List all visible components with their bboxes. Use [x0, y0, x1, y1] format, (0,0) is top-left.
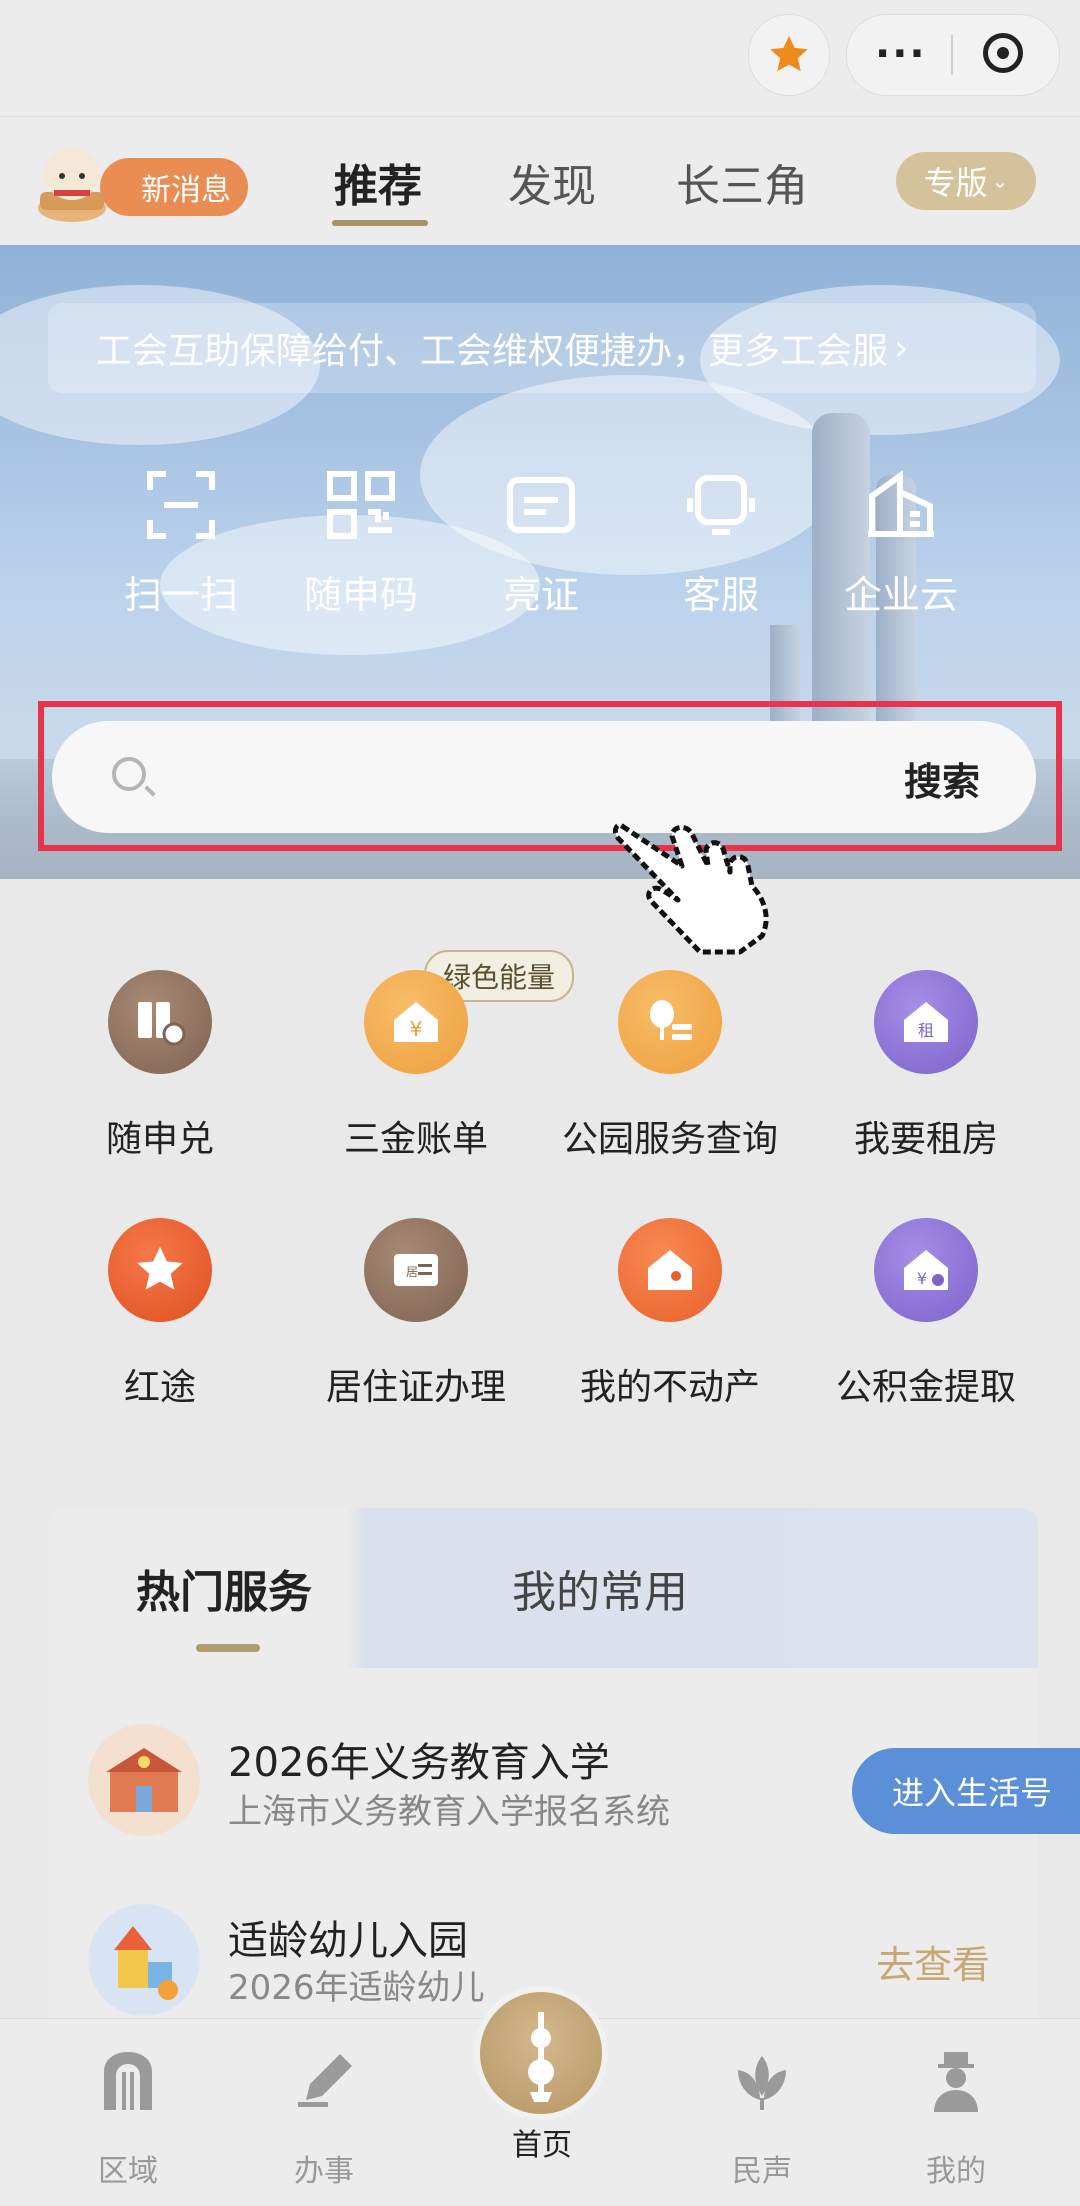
- edition-label: 专版: [923, 164, 988, 202]
- quick-enterprise-cloud[interactable]: 企业云: [836, 470, 966, 619]
- house-person-icon: [618, 1218, 722, 1322]
- chevron-down-icon: ⌄: [991, 169, 1009, 193]
- new-message-label: 新消息: [141, 173, 231, 208]
- nav-label: 区域: [98, 2154, 158, 2189]
- nav-affairs[interactable]: 办事: [254, 2050, 394, 2190]
- service-rent-house[interactable]: 租 我要租房: [816, 970, 1036, 1162]
- nav-region[interactable]: 区域: [58, 2050, 198, 2190]
- house-yen-icon: ¥: [364, 970, 468, 1074]
- row-subtitle: 上海市义务教育入学报名系统: [228, 1792, 670, 1832]
- favorite-button[interactable]: [748, 14, 830, 96]
- tab-discover[interactable]: 发现: [508, 150, 596, 214]
- edition-dropdown[interactable]: 专版 ⌄: [896, 152, 1036, 210]
- hand-pointer-icon: [613, 822, 769, 955]
- notice-bar[interactable]: 工会互助保障给付、工会维权便捷办，更多工会服 ›: [48, 303, 1036, 393]
- service-sanjin-bill[interactable]: ¥ 三金账单: [306, 970, 526, 1162]
- service-label: 随申兑: [105, 1119, 214, 1160]
- close-target-icon[interactable]: [983, 33, 1023, 73]
- nav-mine[interactable]: 我的: [886, 2050, 1026, 2190]
- mascot-icon: [38, 147, 106, 222]
- tab-active-underline: [332, 220, 428, 226]
- svg-text:租: 租: [918, 1021, 934, 1040]
- tab-my-frequent[interactable]: 我的常用: [512, 1556, 688, 1620]
- row-subtitle: 2026年适龄幼儿: [228, 1968, 485, 2008]
- service-real-estate[interactable]: 我的不动产: [560, 1218, 780, 1410]
- quick-qrcode-label: 随申码: [303, 573, 418, 617]
- quick-customer-service[interactable]: 客服: [656, 470, 786, 619]
- service-label: 三金账单: [343, 1119, 488, 1160]
- svg-text:¥: ¥: [917, 1269, 927, 1288]
- quick-license[interactable]: 亮证: [476, 470, 606, 619]
- service-label: 居住证办理: [325, 1367, 506, 1408]
- capsule-divider: [951, 35, 953, 75]
- quick-customer-service-label: 客服: [682, 573, 759, 617]
- service-label: 公积金提取: [835, 1367, 1016, 1408]
- magnolia-icon: [738, 2056, 786, 2110]
- service-label: 我要租房: [853, 1119, 998, 1160]
- card-tab-underline: [196, 1644, 260, 1652]
- more-icon[interactable]: ···: [875, 34, 927, 74]
- quick-scan-label: 扫一扫: [123, 573, 238, 617]
- red-star-icon: [108, 1218, 212, 1322]
- nav-label: 办事: [294, 2154, 354, 2189]
- star-icon: [770, 35, 808, 72]
- svg-text:¥: ¥: [410, 1017, 423, 1041]
- service-suishendui[interactable]: 随申兑: [50, 970, 270, 1162]
- service-hongtu[interactable]: 红途: [50, 1218, 270, 1410]
- kindergarten-icon: [88, 1904, 200, 2016]
- qrcode-icon: [327, 471, 395, 539]
- service-provident-fund[interactable]: ¥ 公积金提取: [816, 1218, 1036, 1410]
- enter-lifestyle-account-button[interactable]: 进入生活号: [852, 1748, 1080, 1834]
- quick-license-label: 亮证: [502, 573, 579, 617]
- new-message-badge[interactable]: 新消息: [100, 158, 248, 216]
- go-view-link[interactable]: 去查看: [876, 1934, 990, 1989]
- region-arch-icon: [104, 2052, 152, 2110]
- scan-icon: [147, 471, 215, 539]
- highlight-frame: [38, 701, 1062, 851]
- house-fund-icon: ¥: [874, 1218, 978, 1322]
- svg-text:居: 居: [406, 1265, 418, 1279]
- tab-hot-services[interactable]: 热门服务: [136, 1556, 312, 1620]
- quick-qrcode[interactable]: 随申码: [296, 470, 426, 619]
- rent-house-icon: 租: [874, 970, 978, 1074]
- customer-service-icon: [687, 475, 755, 535]
- pen-icon: [298, 2054, 352, 2107]
- row-title[interactable]: 2026年义务教育入学: [228, 1730, 610, 1788]
- mini-program-capsule: ···: [846, 14, 1060, 96]
- school-icon: [88, 1724, 200, 1836]
- residence-card-icon: 居: [364, 1218, 468, 1322]
- nav-label: 首页: [512, 2128, 572, 2163]
- tab-recommend[interactable]: 推荐: [334, 150, 422, 214]
- tab-yangtze-delta[interactable]: 长三角: [676, 150, 808, 214]
- enterprise-cloud-icon: [868, 470, 934, 537]
- notice-text: 工会互助保障给付、工会维权便捷办，更多工会服: [96, 331, 889, 372]
- service-label: 我的不动产: [579, 1367, 760, 1408]
- quick-scan[interactable]: 扫一扫: [116, 470, 246, 619]
- service-label: 公园服务查询: [561, 1119, 778, 1160]
- nav-label: 民声: [732, 2154, 792, 2189]
- row-title[interactable]: 适龄幼儿入园: [228, 1908, 468, 1966]
- quick-enterprise-cloud-label: 企业云: [843, 573, 958, 617]
- home-tower-icon[interactable]: [474, 1986, 608, 2120]
- license-icon: [507, 477, 575, 533]
- nav-home[interactable]: 首页: [472, 2120, 612, 2164]
- chevron-right-icon: ›: [894, 327, 909, 369]
- suishendui-icon: [108, 970, 212, 1074]
- service-residence-permit[interactable]: 居 居住证办理: [306, 1218, 526, 1410]
- service-label: 红途: [123, 1367, 196, 1408]
- user-icon: [934, 2052, 978, 2112]
- nav-voice[interactable]: 民声: [692, 2050, 832, 2190]
- nav-label: 我的: [926, 2154, 986, 2189]
- service-park-query[interactable]: 公园服务查询: [560, 970, 780, 1162]
- tree-icon: [618, 970, 722, 1074]
